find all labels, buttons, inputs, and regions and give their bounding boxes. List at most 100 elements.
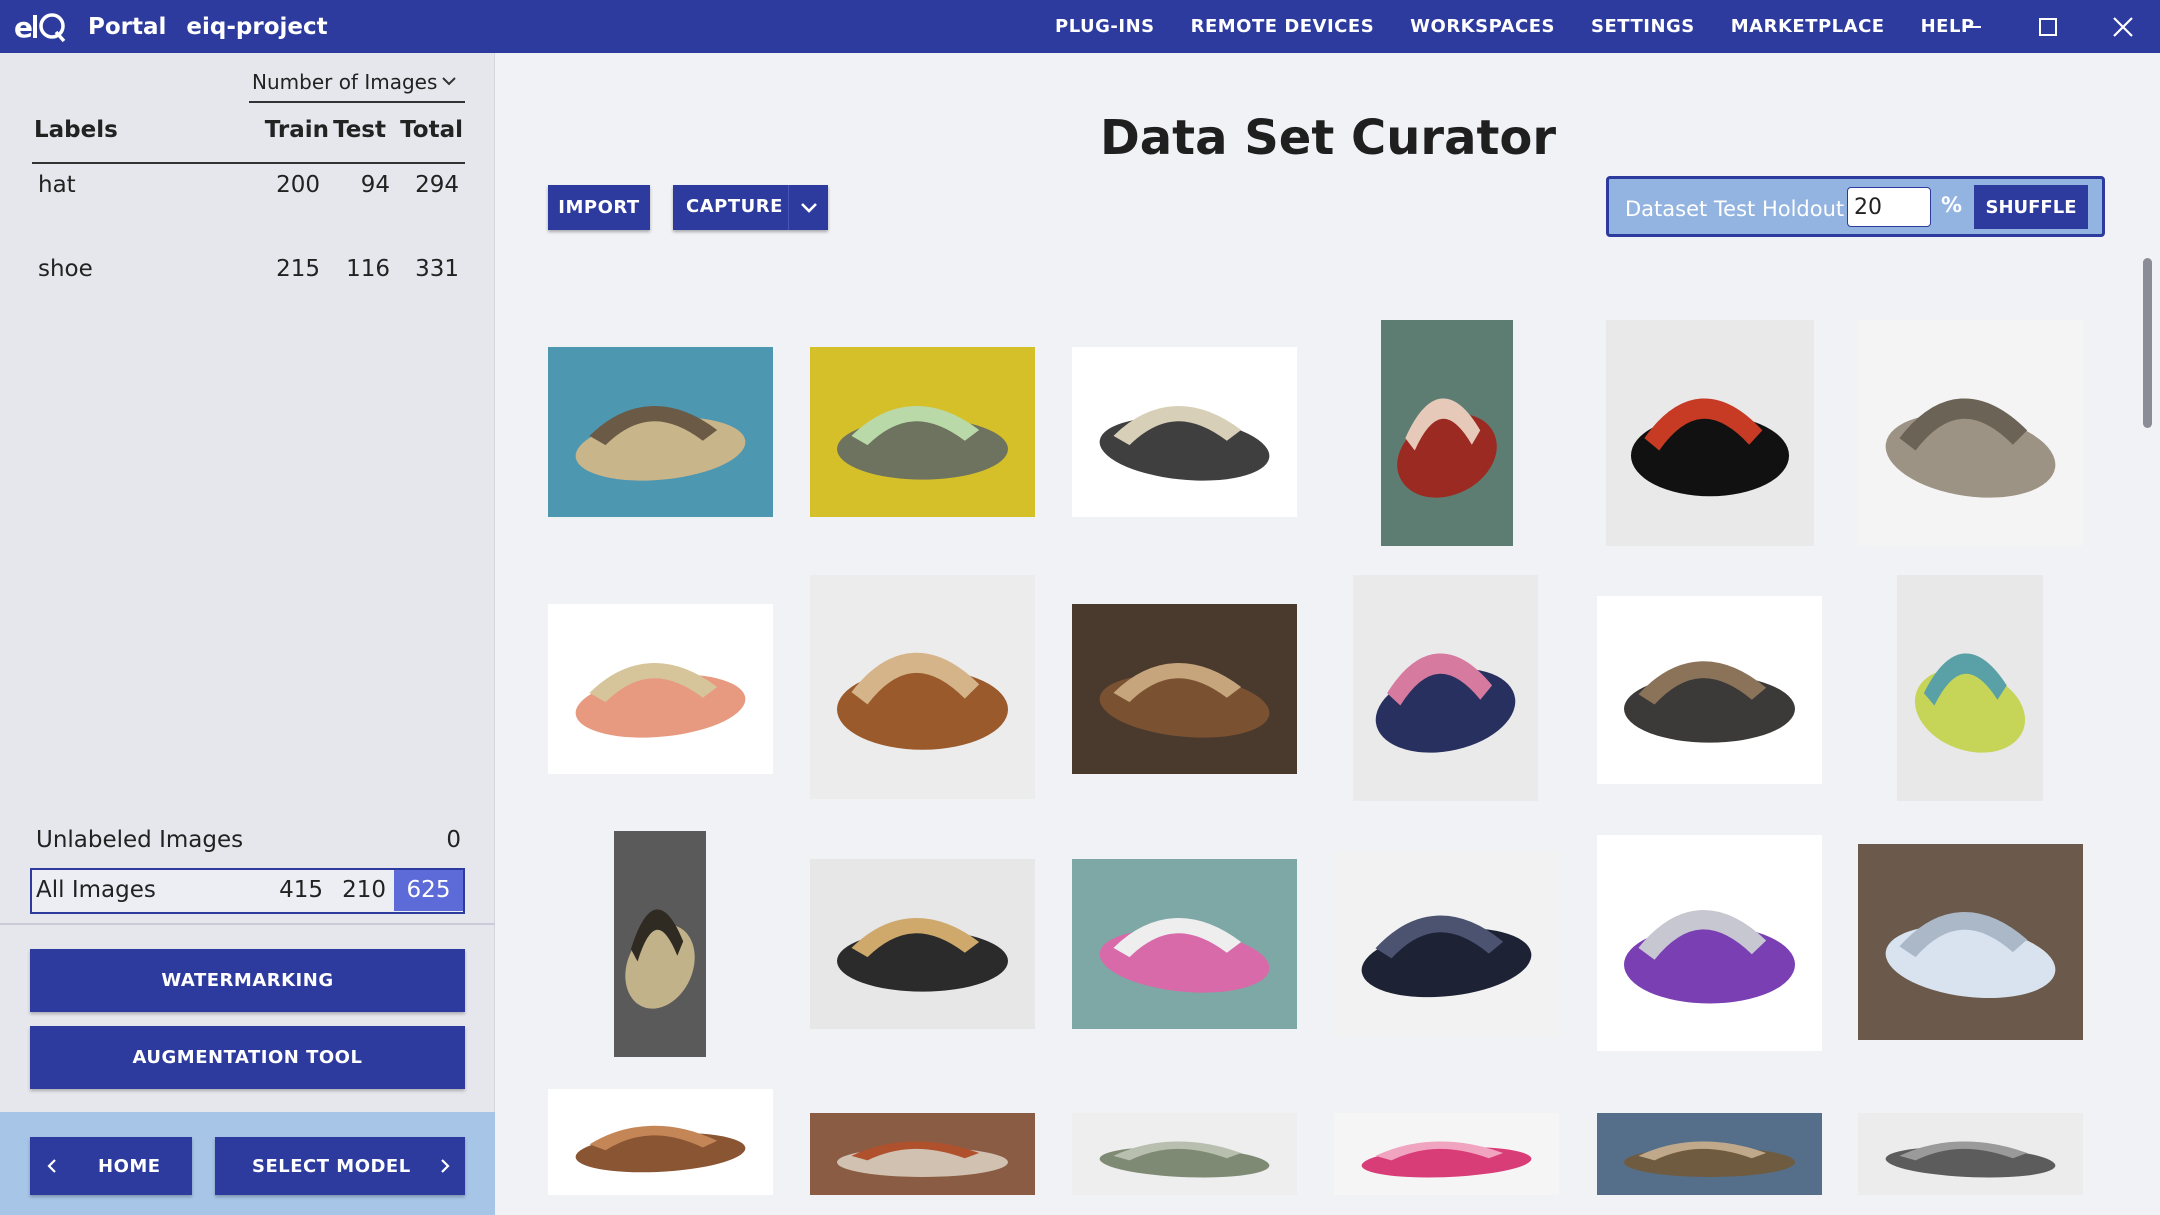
image-thumbnail[interactable] (548, 347, 773, 517)
shoe-photo (1597, 1113, 1822, 1195)
image-thumbnail[interactable] (548, 1089, 773, 1195)
top-nav: PLUG-INS REMOTE DEVICES WORKSPACES SETTI… (1055, 0, 2011, 53)
import-button[interactable]: IMPORT (548, 185, 650, 230)
image-thumbnail[interactable] (1353, 575, 1538, 801)
header-test: Test (333, 117, 386, 143)
image-thumbnail[interactable] (614, 831, 706, 1057)
row-total: 294 (415, 172, 459, 198)
header-train: Train (264, 117, 329, 143)
row-test: 94 (360, 172, 390, 198)
nav-plugins[interactable]: PLUG-INS (1055, 16, 1155, 37)
unlabeled-images-row[interactable]: Unlabeled Images 0 (36, 827, 461, 867)
image-thumbnail[interactable] (1597, 596, 1822, 784)
chevron-left-icon (47, 1159, 56, 1173)
scrollbar[interactable] (2140, 53, 2160, 1215)
shoe-photo (1072, 347, 1297, 517)
capture-dropdown-toggle[interactable] (788, 185, 828, 230)
home-button[interactable]: HOME (30, 1137, 192, 1195)
image-thumbnail[interactable] (1858, 844, 2083, 1040)
sidebar-footer: HOME SELECT MODEL (0, 1112, 495, 1215)
metric-select[interactable]: Number of Images (249, 63, 465, 103)
nav-workspaces[interactable]: WORKSPACES (1410, 16, 1555, 37)
sidebar: Number of Images Labels Train Test Total… (0, 53, 495, 1215)
shoe-photo (1072, 859, 1297, 1029)
image-thumbnail[interactable] (1597, 1113, 1822, 1195)
row-label: hat (38, 172, 76, 198)
nav-marketplace[interactable]: MARKETPLACE (1731, 16, 1885, 37)
image-thumbnail[interactable] (1072, 1113, 1297, 1195)
svg-text:e: e (14, 11, 33, 44)
unlabeled-total: 0 (446, 827, 461, 853)
shoe-photo (1858, 844, 2083, 1040)
all-images-row[interactable]: All Images 415 210 625 (30, 868, 465, 914)
chevron-down-icon (800, 202, 817, 213)
image-thumbnail[interactable] (548, 604, 773, 774)
minimize-button[interactable] (1943, 0, 2003, 53)
image-thumbnail[interactable] (1334, 1113, 1559, 1195)
shoe-photo (548, 1089, 773, 1195)
page-title: Data Set Curator (1099, 110, 1557, 166)
image-thumbnail[interactable] (810, 1113, 1035, 1195)
eiq-logo: e (14, 10, 68, 44)
shoe-photo (1353, 575, 1538, 801)
shoe-photo (548, 347, 773, 517)
labels-table-header: Labels Train Test Total (32, 117, 465, 164)
chevron-right-icon (441, 1159, 450, 1173)
image-thumbnail[interactable] (1334, 851, 1559, 1037)
close-button[interactable] (2093, 0, 2153, 53)
holdout-percent: % (1941, 193, 1963, 217)
main-panel: Data Set Curator IMPORT CAPTURE Dataset … (496, 53, 2160, 1215)
all-images-test: 210 (342, 877, 386, 903)
image-thumbnail[interactable] (810, 347, 1035, 517)
shoe-photo (548, 604, 773, 774)
image-thumbnail[interactable] (1606, 320, 1814, 546)
nav-remote-devices[interactable]: REMOTE DEVICES (1191, 16, 1375, 37)
image-thumbnail[interactable] (810, 575, 1035, 799)
table-row[interactable]: hat 200 94 294 (32, 172, 465, 212)
image-thumbnail[interactable] (1597, 835, 1822, 1051)
capture-button[interactable]: CAPTURE (673, 185, 828, 230)
image-thumbnail[interactable] (1072, 859, 1297, 1029)
maximize-icon (2039, 17, 2057, 36)
image-thumbnail[interactable] (1858, 1113, 2083, 1195)
shoe-photo (1072, 1113, 1297, 1195)
shoe-photo (1334, 851, 1559, 1037)
close-icon (2113, 16, 2133, 37)
shuffle-button[interactable]: SHUFFLE (1974, 185, 2088, 229)
scrollbar-thumb[interactable] (2143, 258, 2152, 428)
all-images-total: 625 (394, 870, 463, 911)
table-row[interactable]: shoe 215 116 331 (32, 256, 465, 296)
row-total: 331 (415, 256, 459, 282)
home-label: HOME (98, 1155, 161, 1177)
capture-label: CAPTURE (686, 196, 783, 217)
dataset-test-holdout: Dataset Test Holdout % SHUFFLE (1606, 176, 2105, 237)
shoe-photo (1381, 320, 1513, 546)
nav-settings[interactable]: SETTINGS (1591, 16, 1695, 37)
row-label: shoe (38, 256, 93, 282)
augmentation-tool-button[interactable]: AUGMENTATION TOOL (30, 1026, 465, 1089)
holdout-input[interactable] (1847, 187, 1931, 227)
image-thumbnail[interactable] (1381, 320, 1513, 546)
sidebar-divider (0, 923, 495, 925)
shoe-photo (1606, 320, 1814, 546)
header-labels: Labels (34, 117, 118, 143)
image-thumbnail[interactable] (1897, 575, 2043, 801)
shoe-photo (810, 1113, 1035, 1195)
chevron-down-icon (442, 77, 456, 86)
image-thumbnail[interactable] (1858, 320, 2083, 546)
image-thumbnail[interactable] (810, 859, 1035, 1029)
portal-label: Portal (88, 13, 167, 40)
metric-select-value: Number of Images (252, 70, 438, 94)
watermarking-button[interactable]: WATERMARKING (30, 949, 465, 1012)
holdout-label: Dataset Test Holdout (1625, 197, 1845, 221)
all-images-label: All Images (36, 877, 156, 903)
select-model-button[interactable]: SELECT MODEL (215, 1137, 465, 1195)
image-thumbnail[interactable] (1072, 604, 1297, 774)
all-images-train: 415 (279, 877, 323, 903)
header-total: Total (400, 117, 463, 143)
image-thumbnail[interactable] (1072, 347, 1297, 517)
maximize-button[interactable] (2018, 0, 2078, 53)
shoe-photo (1072, 604, 1297, 774)
shoe-photo (1597, 835, 1822, 1051)
row-test: 116 (346, 256, 390, 282)
